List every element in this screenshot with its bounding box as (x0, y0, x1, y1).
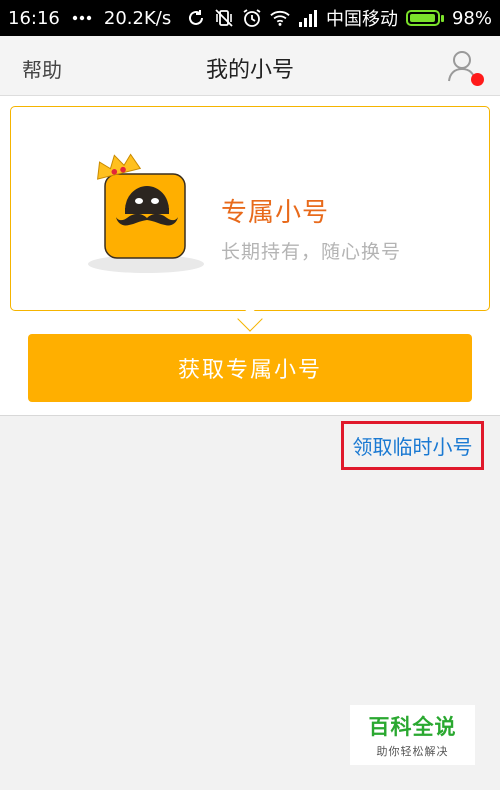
page-title: 我的小号 (205, 58, 294, 83)
card-title: 专属小号 (221, 198, 330, 228)
watermark-subtitle: 助你轻松解决 (376, 745, 449, 758)
battery-percent: 98% (451, 7, 492, 29)
user-profile-button[interactable] (446, 48, 486, 88)
status-time: 16:16 (8, 7, 60, 29)
exclusive-account-card: 专属小号 长期持有，随心换号 (10, 106, 490, 332)
get-temporary-account-link[interactable]: 领取临时小号 (341, 421, 484, 470)
account-section: 专属小号 长期持有，随心换号 获取专属小号 (0, 96, 500, 416)
wifi-icon (270, 8, 290, 28)
watermark-logo: 百科全说 助你轻松解决 (350, 705, 475, 765)
notification-dot (471, 73, 484, 86)
mustache-mascot-icon (88, 153, 204, 273)
battery-icon (405, 10, 444, 26)
alarm-icon (242, 8, 262, 28)
carrier-name: 中国移动 (325, 9, 398, 30)
status-bar: 16:16 20.2K/s 中国移动 98% (0, 0, 500, 36)
temporary-account-label: 领取临时小号 (352, 435, 473, 459)
vibrate-icon (214, 8, 234, 28)
get-exclusive-account-button[interactable]: 获取专属小号 (28, 334, 472, 402)
more-dots-icon (72, 8, 92, 28)
signal-icon (298, 8, 318, 28)
card-pointer-arrow (237, 306, 263, 332)
card-subtitle: 长期持有，随心换号 (221, 241, 402, 263)
nav-bar: 帮助 我的小号 (0, 36, 500, 96)
net-speed: 20.2K/s (103, 7, 172, 29)
watermark-title: 百科全说 (368, 715, 457, 739)
sync-icon (186, 8, 206, 28)
